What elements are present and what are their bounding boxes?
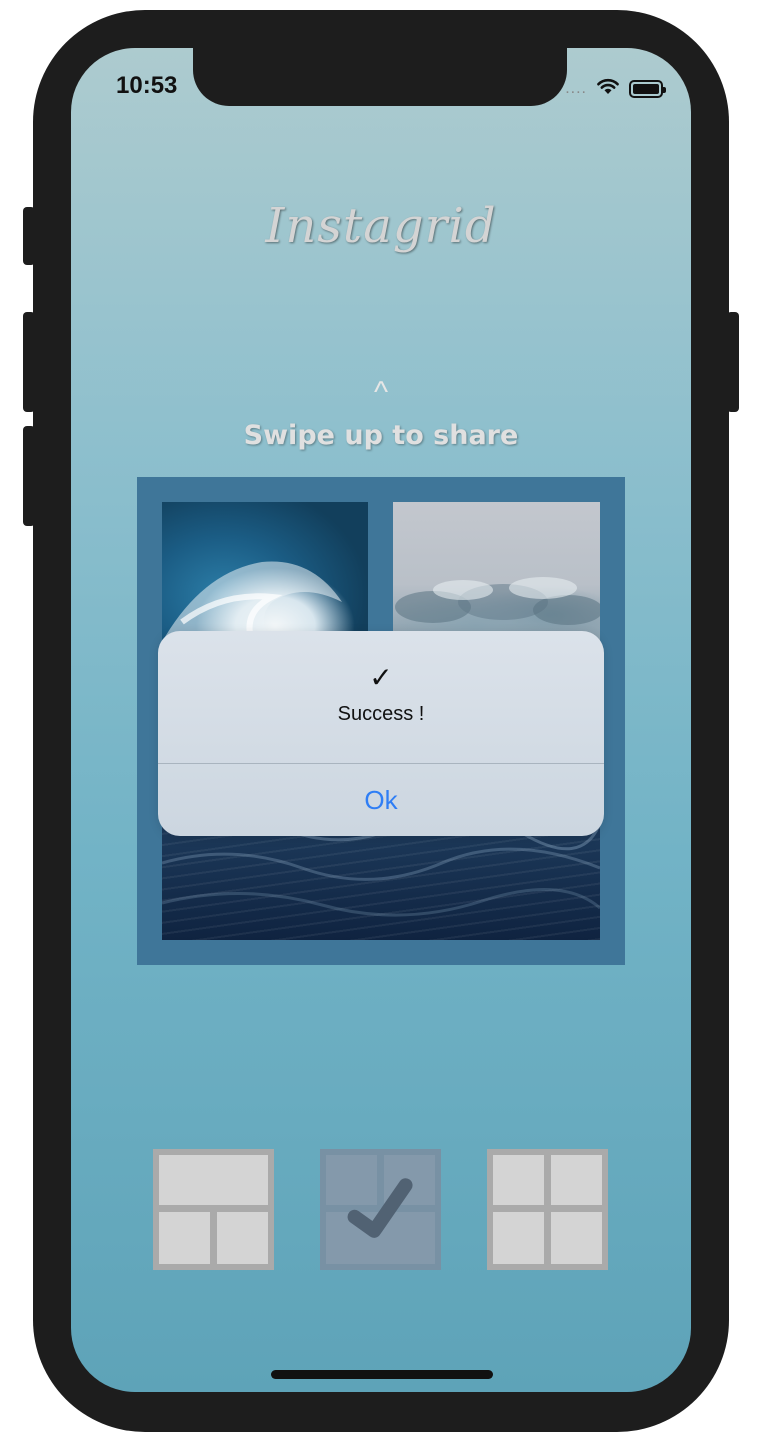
success-alert: ✓ Success ! Ok	[158, 631, 604, 836]
wifi-icon	[595, 76, 621, 101]
layout-cell	[159, 1155, 268, 1205]
layout-cell	[493, 1212, 544, 1264]
notch	[193, 48, 567, 106]
ok-button[interactable]: Ok	[158, 764, 604, 836]
app-title: Instagrid	[265, 198, 497, 254]
layout-cell	[217, 1212, 268, 1264]
layout-cell	[493, 1155, 544, 1205]
layout-cell	[159, 1212, 210, 1264]
selected-check-icon	[320, 1149, 441, 1270]
swipe-up-label[interactable]: Swipe up to share	[71, 420, 691, 451]
layout-button-one-top-two-bottom[interactable]	[153, 1149, 274, 1270]
home-indicator[interactable]	[271, 1370, 493, 1379]
checkmark-icon: ✓	[369, 662, 393, 693]
signal-icon: ....	[565, 79, 587, 97]
alert-message: Success !	[337, 703, 425, 725]
battery-icon	[629, 79, 666, 98]
app-screen: 10:53 .... Instagrid ^ Swipe up to share	[71, 48, 691, 1392]
swipe-up-chevron-icon: ^	[373, 376, 389, 409]
layout-cell	[551, 1155, 602, 1205]
layout-button-four-squares[interactable]	[487, 1149, 608, 1270]
status-time: 10:53	[116, 72, 178, 99]
status-icons: ....	[565, 76, 666, 101]
layout-button-two-top-one-bottom[interactable]	[320, 1149, 441, 1270]
layout-cell	[551, 1212, 602, 1264]
